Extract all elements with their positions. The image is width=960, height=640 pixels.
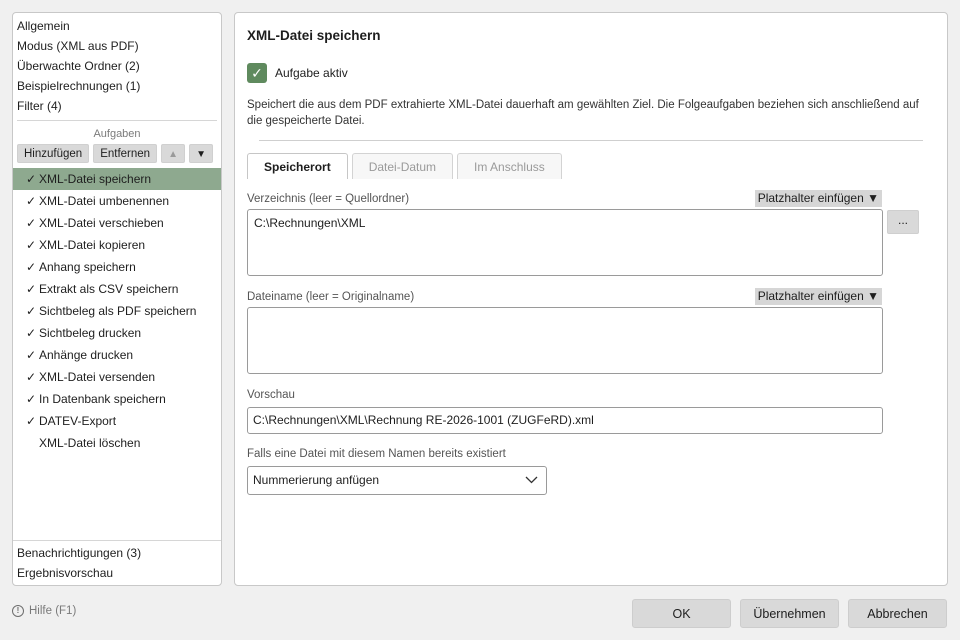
checkmark-icon: ✓	[25, 392, 37, 406]
checkmark-icon: ✓	[25, 282, 37, 296]
tab-bar: Speicherort Datei-Datum Im Anschluss	[247, 153, 562, 179]
preview-field[interactable]: C:\Rechnungen\XML\Rechnung RE-2026-1001 …	[247, 407, 883, 434]
active-checkbox[interactable]: ✓	[247, 63, 267, 83]
nav-item-modus[interactable]: Modus (XML aus PDF)	[13, 36, 221, 56]
preview-label: Vorschau	[247, 389, 295, 401]
divider	[259, 140, 923, 141]
checkmark-icon: ✓	[25, 304, 37, 318]
tab-im-anschluss[interactable]: Im Anschluss	[457, 153, 562, 179]
checkmark-icon: ✓	[25, 414, 37, 428]
cancel-button[interactable]: Abbrechen	[848, 599, 947, 628]
page-title: XML-Datei speichern	[247, 28, 381, 43]
task-label: Anhang speichern	[39, 260, 136, 274]
task-label: DATEV-Export	[39, 414, 117, 428]
directory-label: Verzeichnis (leer = Quellordner)	[247, 193, 410, 205]
checkmark-icon: ✓	[25, 194, 37, 208]
checkmark-icon: ✓	[25, 326, 37, 340]
settings-navigation-panel: Allgemein Modus (XML aus PDF) Überwachte…	[12, 12, 222, 586]
task-item-xml-speichern[interactable]: ✓ XML-Datei speichern	[13, 168, 221, 190]
directory-placeholder-button[interactable]: Platzhalter einfügen ▼	[754, 190, 882, 207]
task-label: XML-Datei kopieren	[39, 238, 146, 252]
task-toolbar: Hinzufügen Entfernen ▲ ▼	[13, 141, 221, 167]
checkmark-icon: ✓	[25, 348, 37, 362]
task-list: ✓ XML-Datei speichern ✓ XML-Datei umbenenn…	[13, 168, 221, 454]
task-item-datenbank[interactable]: ✓ In Datenbank speichern	[13, 388, 221, 410]
checkmark-icon: ✓	[25, 370, 37, 384]
nav-item-filter[interactable]: Filter (4)	[13, 96, 221, 116]
filename-placeholder-button[interactable]: Platzhalter einfügen ▼	[754, 288, 882, 305]
nav-top-list: Allgemein Modus (XML aus PDF) Überwachte…	[13, 13, 221, 116]
task-label: XML-Datei speichern	[39, 172, 152, 186]
tasks-section-label: Aufgaben	[93, 128, 141, 140]
task-label: XML-Datei umbenennen	[39, 194, 170, 208]
conflict-label: Falls eine Datei mit diesem Namen bereit…	[247, 448, 506, 460]
checkmark-icon: ✓	[25, 260, 37, 274]
checkmark-icon: ✓	[25, 172, 37, 186]
help-link[interactable]: ! Hilfe (F1)	[12, 605, 76, 617]
task-item-xml-verschieben[interactable]: ✓ XML-Datei verschieben	[13, 212, 221, 234]
nav-item-benachrichtigungen[interactable]: Benachrichtigungen (3)	[13, 543, 221, 563]
nav-item-ueberwachte-ordner[interactable]: Überwachte Ordner (2)	[13, 56, 221, 76]
help-icon: !	[12, 605, 24, 617]
task-item-anhaenge-drucken[interactable]: ✓ Anhänge drucken	[13, 344, 221, 366]
filename-input[interactable]	[247, 307, 883, 374]
task-label: In Datenbank speichern	[39, 392, 166, 406]
task-label: Sichtbeleg als PDF speichern	[39, 304, 197, 318]
ok-button[interactable]: OK	[632, 599, 731, 628]
apply-button[interactable]: Übernehmen	[740, 599, 839, 628]
add-task-button[interactable]: Hinzufügen	[17, 144, 90, 163]
task-item-datev-export[interactable]: ✓ DATEV-Export	[13, 410, 221, 432]
task-label: XML-Datei versenden	[39, 370, 156, 384]
nav-item-beispielrechnungen[interactable]: Beispielrechnungen (1)	[13, 76, 221, 96]
move-up-button[interactable]: ▲	[161, 144, 186, 163]
active-checkbox-label: Aufgabe aktiv	[275, 66, 348, 80]
remove-task-button[interactable]: Entfernen	[93, 144, 158, 163]
task-label: XML-Datei verschieben	[39, 216, 164, 230]
task-label: Sichtbeleg drucken	[39, 326, 142, 340]
filename-label: Dateiname (leer = Originalname)	[247, 291, 415, 303]
help-label: Hilfe (F1)	[29, 605, 77, 617]
task-item-xml-loeschen[interactable]: XML-Datei löschen	[13, 432, 221, 454]
checkmark-icon: ✓	[25, 216, 37, 230]
conflict-select[interactable]: Nummerierung anfügen	[247, 466, 547, 495]
task-item-xml-umbenennen[interactable]: ✓ XML-Datei umbenennen	[13, 190, 221, 212]
move-down-button[interactable]: ▼	[189, 144, 214, 163]
task-label: XML-Datei löschen	[39, 436, 141, 450]
task-item-sichtbeleg-drucken[interactable]: ✓ Sichtbeleg drucken	[13, 322, 221, 344]
task-item-xml-versenden[interactable]: ✓ XML-Datei versenden	[13, 366, 221, 388]
divider	[17, 120, 217, 121]
browse-button[interactable]: ...	[887, 210, 919, 234]
task-item-anhang-speichern[interactable]: ✓ Anhang speichern	[13, 256, 221, 278]
tab-datei-datum[interactable]: Datei-Datum	[351, 153, 454, 179]
conflict-select-value: Nummerierung anfügen	[253, 473, 380, 487]
task-label: Extrakt als CSV speichern	[39, 282, 179, 296]
task-detail-panel: XML-Datei speichern ✓ Aufgabe aktiv Spei…	[234, 12, 948, 586]
chevron-down-icon	[525, 476, 538, 484]
nav-item-ergebnisvorschau[interactable]: Ergebnisvorschau	[13, 563, 221, 583]
task-item-csv-speichern[interactable]: ✓ Extrakt als CSV speichern	[13, 278, 221, 300]
active-checkbox-row[interactable]: ✓ Aufgabe aktiv	[247, 62, 348, 84]
nav-bottom-list: Benachrichtigungen (3) Ergebnisvorschau	[13, 540, 221, 583]
task-item-xml-kopieren[interactable]: ✓ XML-Datei kopieren	[13, 234, 221, 256]
task-description: Speichert die aus dem PDF extrahierte XM…	[247, 99, 919, 127]
task-label: Anhänge drucken	[39, 348, 134, 362]
task-item-pdf-speichern[interactable]: ✓ Sichtbeleg als PDF speichern	[13, 300, 221, 322]
tab-speicherort[interactable]: Speicherort	[247, 153, 348, 179]
directory-input[interactable]: C:\Rechnungen\XML	[247, 209, 883, 276]
checkmark-icon: ✓	[25, 238, 37, 252]
nav-item-allgemein[interactable]: Allgemein	[13, 16, 221, 36]
